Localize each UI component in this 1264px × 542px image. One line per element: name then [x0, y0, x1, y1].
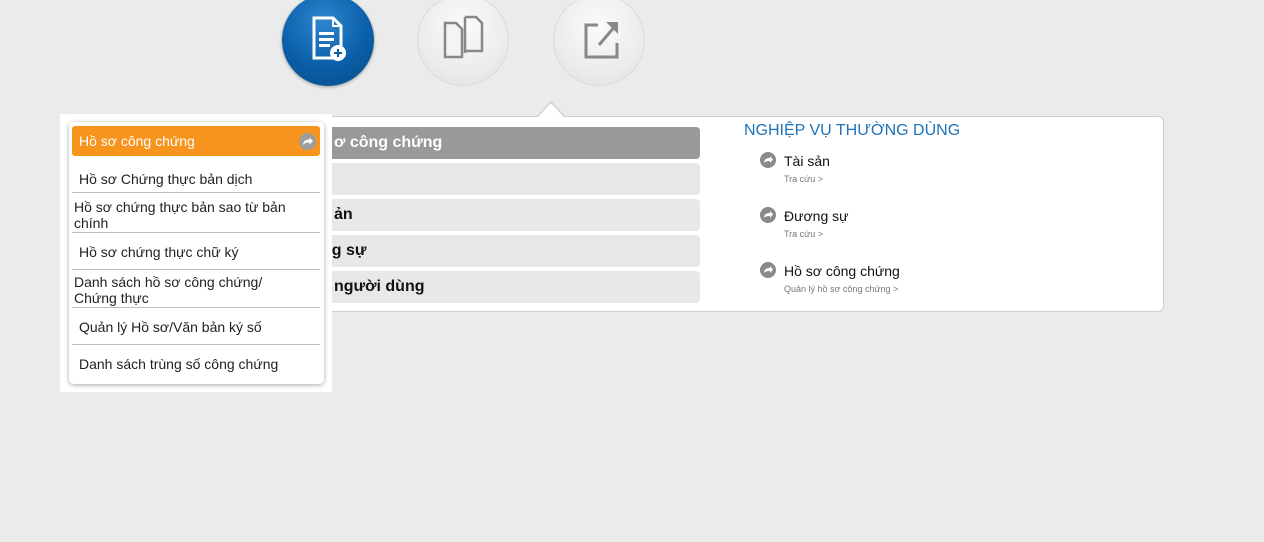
dropdown-item[interactable]: Danh sách hồ sơ công chứng/ Chứng thực	[72, 271, 320, 308]
dropdown-item[interactable]: Danh sách trùng số công chứng	[72, 346, 320, 381]
main-menu-item-ho-so-cong-chung[interactable]: ơ công chứng	[310, 127, 700, 159]
dropdown-menu: Hồ sơ công chứng Hồ sơ Chứng thực bản dị…	[69, 122, 324, 384]
new-document-button[interactable]	[282, 0, 374, 86]
dropdown-item[interactable]: Quản lý Hồ sơ/Văn bản ký số	[72, 309, 320, 345]
export-button[interactable]	[553, 0, 645, 86]
copy-document-icon	[443, 15, 484, 59]
export-icon	[584, 22, 619, 59]
main-menu-item-label: ơ công chứng	[334, 134, 443, 151]
common-op-link[interactable]: Tra cứu >	[784, 229, 823, 239]
dropdown-item[interactable]: Hồ sơ Chứng thực bản dịch	[72, 160, 320, 193]
dropdown-item-label: Hồ sơ Chứng thực bản dịch	[79, 171, 253, 187]
dropdown-item-label: Quản lý Hồ sơ/Văn bản ký số	[79, 319, 262, 335]
panel-pointer-inner	[537, 103, 565, 118]
copy-document-button[interactable]	[417, 0, 509, 86]
common-ops-title: NGHIỆP VỤ THƯỜNG DÙNG	[744, 122, 961, 139]
dropdown-item-label: Danh sách hồ sơ công chứng/ Chứng thực	[74, 274, 263, 306]
main-menu-item[interactable]: người dùng	[310, 271, 700, 303]
common-op-label[interactable]: Tài sản	[784, 153, 830, 169]
common-op-link[interactable]: Tra cứu >	[784, 174, 823, 184]
common-op-link[interactable]: Quản lý hồ sơ công chứng >	[784, 284, 898, 294]
dropdown-item-label: Hồ sơ chứng thực chữ ký	[79, 244, 239, 260]
dropdown-item-label: Danh sách trùng số công chứng	[79, 356, 279, 372]
dropdown-item-label: Hồ sơ công chứng	[79, 133, 195, 149]
circle-arrow-icon	[760, 207, 776, 223]
main-menu-item-label: ản	[334, 206, 353, 223]
main-menu-item[interactable]: ản	[310, 199, 700, 231]
dropdown-item[interactable]: Hồ sơ chứng thực bản sao từ bản chính	[72, 194, 320, 233]
dropdown-item-label: Hồ sơ chứng thực bản sao từ bản chính	[74, 199, 286, 231]
common-op-label[interactable]: Đương sự	[784, 208, 849, 224]
circle-arrow-icon	[760, 152, 776, 168]
circle-arrow-icon	[299, 133, 316, 150]
new-document-icon	[312, 16, 346, 61]
main-menu-item[interactable]	[310, 163, 700, 195]
dropdown-item[interactable]: Hồ sơ chứng thực chữ ký	[72, 234, 320, 270]
common-op-label[interactable]: Hồ sơ công chứng	[784, 263, 900, 279]
dropdown-item-ho-so-cong-chung[interactable]: Hồ sơ công chứng	[72, 126, 320, 156]
circle-arrow-icon	[760, 262, 776, 278]
main-menu-item[interactable]: ng sự	[310, 235, 700, 267]
main-menu-item-label: người dùng	[334, 278, 425, 295]
